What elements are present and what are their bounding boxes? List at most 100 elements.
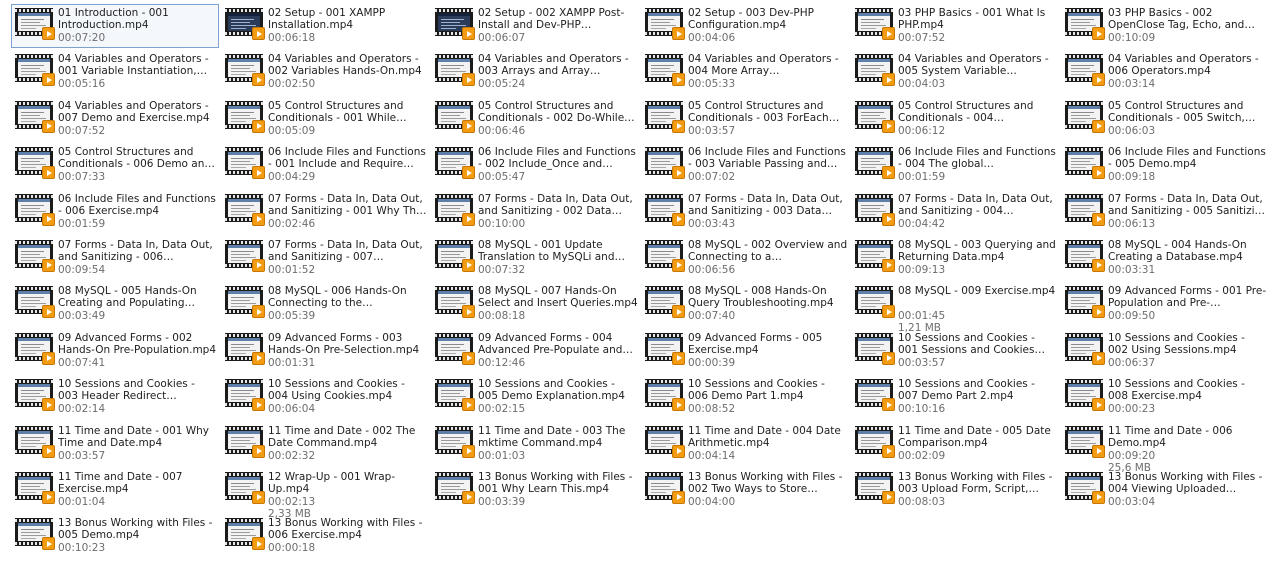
- file-item[interactable]: 04 Variables and Operators - 004 More Ar…: [641, 50, 849, 94]
- file-item[interactable]: 06 Include Files and Functions - 003 Var…: [641, 143, 849, 187]
- file-item[interactable]: 11 Time and Date - 004 Date Arithmetic.m…: [641, 422, 849, 466]
- file-item[interactable]: 08 MySQL - 004 Hands-On Creating a Datab…: [1061, 236, 1269, 280]
- video-thumbnail-icon: [225, 100, 265, 133]
- file-item[interactable]: 09 Advanced Forms - 003 Hands-On Pre-Sel…: [221, 329, 429, 373]
- file-meta: 00:03:57: [898, 357, 1058, 369]
- file-item[interactable]: 09 Advanced Forms - 002 Hands-On Pre-Pop…: [11, 329, 219, 373]
- file-name: 06 Include Files and Functions - 002 Inc…: [478, 146, 636, 171]
- file-item[interactable]: 10 Sessions and Cookies - 004 Using Cook…: [221, 375, 429, 419]
- video-thumbnail-icon: [855, 379, 895, 412]
- file-meta: 00:05:16: [58, 78, 218, 90]
- file-item[interactable]: 07 Forms - Data In, Data Out, and Saniti…: [641, 190, 849, 234]
- file-name: 11 Time and Date - 007 Exercise.mp4: [58, 470, 183, 495]
- file-item[interactable]: 07 Forms - Data In, Data Out, and Saniti…: [221, 190, 429, 234]
- file-duration: 00:02:13: [268, 495, 316, 508]
- file-item[interactable]: 11 Time and Date - 002 The Date Command.…: [221, 422, 429, 466]
- file-item[interactable]: 10 Sessions and Cookies - 008 Exercise.m…: [1061, 375, 1269, 419]
- file-meta: 00:10:09: [1108, 32, 1268, 44]
- file-item[interactable]: 09 Advanced Forms - 001 Pre-Population a…: [1061, 282, 1269, 326]
- play-badge-icon: [252, 305, 265, 319]
- file-duration: 00:07:32: [478, 263, 526, 276]
- file-name: 08 MySQL - 002 Overview and Connecting t…: [688, 238, 848, 263]
- file-item[interactable]: 10 Sessions and Cookies - 003 Header Red…: [11, 375, 219, 419]
- video-thumbnail-icon: [225, 332, 265, 365]
- file-item[interactable]: 06 Include Files and Functions - 005 Dem…: [1061, 143, 1269, 187]
- file-item[interactable]: 04 Variables and Operators - 005 System …: [851, 50, 1059, 94]
- file-item[interactable]: 13 Bonus Working with Files - 004 Viewin…: [1061, 468, 1269, 512]
- file-meta: 00:09:50: [1108, 310, 1268, 322]
- file-item[interactable]: 04 Variables and Operators - 003 Arrays …: [431, 50, 639, 94]
- file-item[interactable]: 10 Sessions and Cookies - 006 Demo Part …: [641, 375, 849, 419]
- file-item[interactable]: 02 Setup - 001 XAMPP Installation.mp4 00:…: [221, 4, 429, 48]
- file-item[interactable]: 10 Sessions and Cookies - 007 Demo Part …: [851, 375, 1059, 419]
- file-item[interactable]: 11 Time and Date - 006 Demo.mp4 00:09:20 2…: [1061, 422, 1269, 474]
- file-item[interactable]: 12 Wrap-Up - 001 Wrap-Up.mp4 00:02:13 2,33…: [221, 468, 429, 520]
- file-meta: 00:10:23: [58, 542, 218, 554]
- file-item[interactable]: 13 Bonus Working with Files - 003 Upload…: [851, 468, 1059, 512]
- file-name: 06 Include Files and Functions - 001 Inc…: [268, 146, 426, 171]
- file-item[interactable]: 08 MySQL - 002 Overview and Connecting t…: [641, 236, 849, 280]
- file-item[interactable]: 05 Control Structures and Conditionals -…: [11, 143, 219, 187]
- file-item[interactable]: 10 Sessions and Cookies - 001 Sessions a…: [851, 329, 1059, 373]
- file-item[interactable]: 09 Advanced Forms - 004 Advanced Pre-Pop…: [431, 329, 639, 373]
- file-item[interactable]: 08 MySQL - 009 Exercise.mp4 00:01:45 1,21 …: [851, 282, 1059, 334]
- file-item[interactable]: 04 Variables and Operators - 006 Operato…: [1061, 50, 1269, 94]
- file-item[interactable]: 06 Include Files and Functions - 004 The…: [851, 143, 1059, 187]
- file-name: 08 MySQL - 004 Hands-On Creating a Datab…: [1108, 238, 1247, 263]
- file-item[interactable]: 05 Control Structures and Conditionals -…: [1061, 97, 1269, 141]
- file-item[interactable]: 02 Setup - 002 XAMPP Post-Install and De…: [431, 4, 639, 48]
- file-item[interactable]: 09 Advanced Forms - 005 Exercise.mp4 00:0…: [641, 329, 849, 373]
- file-item[interactable]: 04 Variables and Operators - 007 Demo an…: [11, 97, 219, 141]
- file-item[interactable]: 05 Control Structures and Conditionals -…: [431, 97, 639, 141]
- file-item[interactable]: 08 MySQL - 003 Querying and Returning Da…: [851, 236, 1059, 280]
- file-item[interactable]: 13 Bonus Working with Files - 006 Exerci…: [221, 514, 429, 558]
- video-thumbnail-icon: [435, 332, 475, 365]
- file-item[interactable]: 10 Sessions and Cookies - 002 Using Sess…: [1061, 329, 1269, 373]
- file-item[interactable]: 11 Time and Date - 001 Why Time and Date…: [11, 422, 219, 466]
- file-item[interactable]: 07 Forms - Data In, Data Out, and Saniti…: [851, 190, 1059, 234]
- file-duration: 00:03:43: [688, 217, 736, 230]
- file-meta: 00:02:46: [268, 218, 428, 230]
- file-item[interactable]: 07 Forms - Data In, Data Out, and Saniti…: [11, 236, 219, 280]
- file-item[interactable]: 08 MySQL - 001 Update Translation to MyS…: [431, 236, 639, 280]
- file-item[interactable]: 08 MySQL - 006 Hands-On Connecting to th…: [221, 282, 429, 326]
- video-thumbnail-icon: [1065, 8, 1105, 40]
- file-item[interactable]: 05 Control Structures and Conditionals -…: [851, 97, 1059, 141]
- file-item[interactable]: 07 Forms - Data In, Data Out, and Saniti…: [431, 190, 639, 234]
- file-item[interactable]: 05 Control Structures and Conditionals -…: [221, 97, 429, 141]
- file-item[interactable]: 06 Include Files and Functions - 002 Inc…: [431, 143, 639, 187]
- file-name: 10 Sessions and Cookies - 005 Demo Expla…: [478, 378, 625, 403]
- file-name: 02 Setup - 003 Dev-PHP Configuration.mp4: [688, 7, 814, 31]
- file-item[interactable]: 11 Time and Date - 007 Exercise.mp4 00:01…: [11, 468, 219, 512]
- file-item[interactable]: 11 Time and Date - 003 The mktime Comman…: [431, 422, 639, 466]
- file-item[interactable]: 08 MySQL - 007 Hands-On Select and Inser…: [431, 282, 639, 326]
- file-name: 13 Bonus Working with Files - 003 Upload…: [898, 470, 1053, 495]
- file-item[interactable]: 03 PHP Basics - 002 OpenClose Tag, Echo,…: [1061, 4, 1269, 48]
- file-item[interactable]: 08 MySQL - 008 Hands-On Query Troublesho…: [641, 282, 849, 326]
- file-item[interactable]: 10 Sessions and Cookies - 005 Demo Expla…: [431, 375, 639, 419]
- file-item[interactable]: 04 Variables and Operators - 002 Variabl…: [221, 50, 429, 94]
- play-badge-icon: [42, 212, 55, 226]
- play-badge-icon: [672, 166, 685, 180]
- file-item[interactable]: 02 Setup - 003 Dev-PHP Configuration.mp4…: [641, 4, 849, 48]
- file-item[interactable]: 03 PHP Basics - 001 What Is PHP.mp4 00:07…: [851, 4, 1059, 48]
- file-item[interactable]: 13 Bonus Working with Files - 005 Demo.m…: [11, 514, 219, 558]
- file-item[interactable]: 13 Bonus Working with Files - 002 Two Wa…: [641, 468, 849, 512]
- file-item[interactable]: 13 Bonus Working with Files - 001 Why Le…: [431, 468, 639, 512]
- file-item[interactable]: 07 Forms - Data In, Data Out, and Saniti…: [1061, 190, 1269, 234]
- file-item[interactable]: 05 Control Structures and Conditionals -…: [641, 97, 849, 141]
- file-item[interactable]: 06 Include Files and Functions - 006 Exe…: [11, 190, 219, 234]
- file-item[interactable]: 04 Variables and Operators - 001 Variabl…: [11, 50, 219, 94]
- play-badge-icon: [462, 351, 475, 365]
- file-item[interactable]: 08 MySQL - 005 Hands-On Creating and Pop…: [11, 282, 219, 326]
- file-item[interactable]: 06 Include Files and Functions - 001 Inc…: [221, 143, 429, 187]
- play-badge-icon: [1092, 73, 1105, 87]
- file-duration: 00:09:20: [1108, 449, 1156, 462]
- play-badge-icon: [882, 119, 895, 133]
- play-badge-icon: [252, 73, 265, 87]
- file-item[interactable]: 11 Time and Date - 005 Date Comparison.m…: [851, 422, 1059, 466]
- video-thumbnail-icon: [1065, 100, 1105, 133]
- file-meta: 00:02:32: [268, 450, 428, 462]
- file-item[interactable]: 07 Forms - Data In, Data Out, and Saniti…: [221, 236, 429, 280]
- file-item[interactable]: 01 Introduction - 001 Introduction.mp4 00…: [11, 4, 219, 48]
